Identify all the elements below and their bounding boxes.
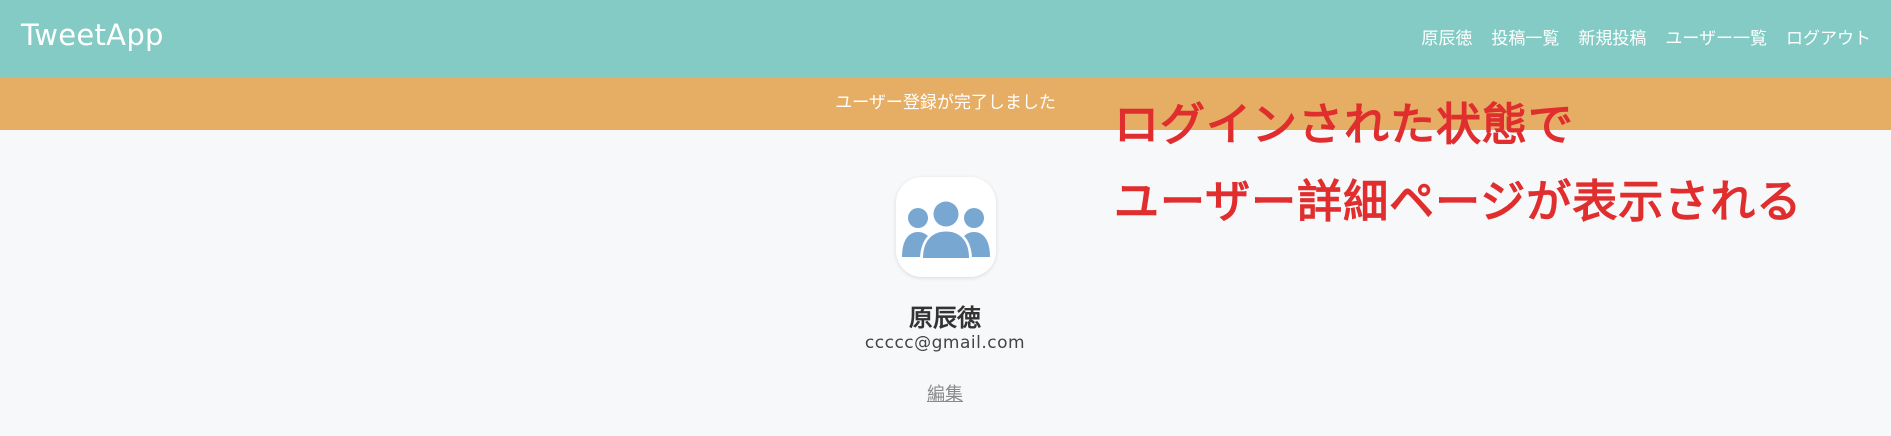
app-logo[interactable]: TweetApp (21, 18, 164, 52)
nav-users-list[interactable]: ユーザー一覧 (1665, 24, 1767, 49)
profile-email: ccccc@gmail.com (864, 333, 1026, 353)
annotation-line-2: ユーザー詳細ページが表示される (1114, 175, 1803, 228)
user-avatar (896, 177, 996, 277)
edit-profile-link[interactable]: 編集 (895, 380, 995, 406)
nav-user-profile[interactable]: 原辰徳 (1421, 24, 1472, 49)
annotation-line-1: ログインされた状態で (1114, 98, 1575, 151)
nav-new-post[interactable]: 新規投稿 (1578, 24, 1646, 49)
users-group-icon (902, 199, 990, 260)
nav-posts-list[interactable]: 投稿一覧 (1491, 24, 1559, 49)
profile-name: 原辰徳 (909, 304, 981, 332)
nav-logout[interactable]: ログアウト (1786, 24, 1871, 49)
top-header: TweetApp 原辰徳 投稿一覧 新規投稿 ユーザー一覧 ログアウト (0, 0, 1891, 77)
main-nav: 原辰徳 投稿一覧 新規投稿 ユーザー一覧 ログアウト (1421, 24, 1871, 49)
flash-message: ユーザー登録が完了しました (0, 77, 1891, 130)
